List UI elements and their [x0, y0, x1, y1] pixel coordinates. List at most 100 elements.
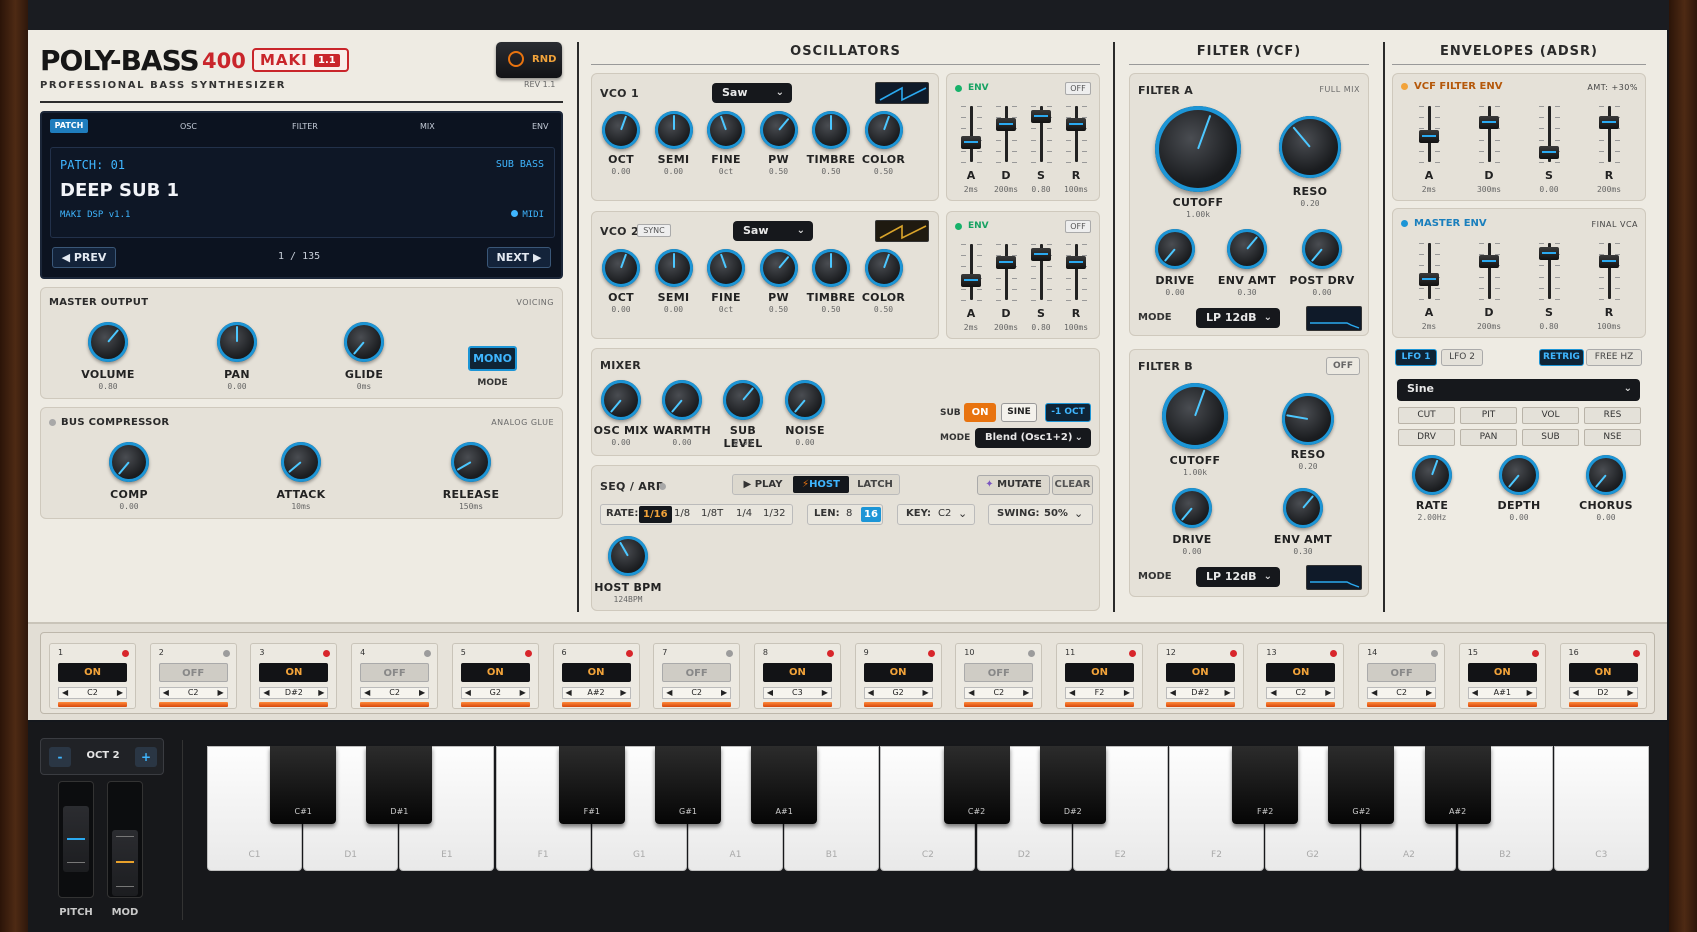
swing-selector[interactable]: SWING: 50% ⌄ — [988, 504, 1093, 525]
chevron-left-icon[interactable]: ◀ — [62, 688, 68, 698]
step-note-selector[interactable]: ◀ G2 ▶ — [863, 687, 933, 699]
filter-a-reso-knob[interactable] — [1279, 116, 1341, 178]
lfo-chorus-knob[interactable] — [1586, 455, 1626, 495]
step-note-selector[interactable]: ◀ D2 ▶ — [1568, 687, 1638, 699]
tab-lfo2[interactable]: LFO 2 — [1441, 349, 1483, 366]
chevron-right-icon[interactable]: ▶ — [1325, 688, 1331, 698]
vco1-wave-select[interactable]: Saw ⌄ — [712, 83, 792, 103]
length-16[interactable]: 16 — [861, 507, 881, 522]
vco1-oct-knob[interactable] — [602, 111, 640, 149]
latch-button[interactable]: LATCH — [851, 476, 899, 493]
env2-fader-r[interactable] — [1066, 256, 1086, 269]
step-velocity-bar[interactable] — [259, 702, 329, 707]
filter-a-drive-knob[interactable] — [1155, 229, 1195, 269]
step-toggle[interactable]: ON — [259, 663, 329, 682]
chevron-right-icon[interactable]: ▶ — [1023, 688, 1029, 698]
mixer-noise-knob[interactable] — [785, 380, 825, 420]
vco2-sync-button[interactable]: SYNC — [637, 224, 671, 237]
lfo-dest-cut[interactable]: CUT — [1398, 407, 1455, 424]
master-env-fader-r[interactable] — [1599, 255, 1619, 268]
vco2-timbre-knob[interactable] — [812, 249, 850, 287]
step-toggle[interactable]: ON — [561, 663, 631, 682]
mixer-warmth-knob[interactable] — [662, 380, 702, 420]
chevron-right-icon[interactable]: ▶ — [318, 688, 324, 698]
black-key-cs2[interactable]: C#2 — [943, 746, 1010, 824]
lfo-dest-sub[interactable]: SUB — [1522, 429, 1579, 446]
filter-a-env-amt-knob[interactable] — [1227, 229, 1267, 269]
retrig-button[interactable]: RETRIG — [1539, 349, 1584, 366]
chevron-left-icon[interactable]: ◀ — [1170, 688, 1176, 698]
octave-down-button[interactable]: - — [49, 747, 71, 767]
env1-fader-a[interactable] — [961, 136, 981, 149]
mixer-osc-mix-knob[interactable] — [601, 380, 641, 420]
rate-1-8[interactable]: 1/8 — [674, 505, 690, 523]
filter-b-cutoff-knob[interactable] — [1162, 383, 1228, 449]
lfo-rate-knob[interactable] — [1412, 455, 1452, 495]
filter-a-post-drv-knob[interactable] — [1302, 229, 1342, 269]
chevron-left-icon[interactable]: ◀ — [1270, 688, 1276, 698]
length-8[interactable]: 8 — [846, 505, 852, 523]
step-toggle[interactable]: OFF — [158, 663, 228, 682]
step-velocity-bar[interactable] — [1266, 702, 1336, 707]
chevron-left-icon[interactable]: ◀ — [968, 688, 974, 698]
clear-button[interactable]: CLEAR — [1052, 475, 1093, 495]
prev-patch-button[interactable]: ◀ PREV — [52, 247, 116, 268]
volume-knob[interactable] — [88, 322, 128, 362]
glide-knob[interactable] — [344, 322, 384, 362]
chevron-left-icon[interactable]: ◀ — [767, 688, 773, 698]
sub-oct-button[interactable]: -1 OCT — [1045, 403, 1091, 422]
release-knob[interactable] — [451, 442, 491, 482]
filter-b-off-button[interactable]: OFF — [1326, 357, 1360, 375]
step-toggle[interactable]: OFF — [360, 663, 430, 682]
step-note-selector[interactable]: ◀ C2 ▶ — [662, 687, 732, 699]
chevron-left-icon[interactable]: ◀ — [868, 688, 874, 698]
vcf-env-fader-r[interactable] — [1599, 116, 1619, 129]
env1-fader-r[interactable] — [1066, 118, 1086, 131]
chevron-right-icon[interactable]: ▶ — [1225, 688, 1231, 698]
octave-up-button[interactable]: + — [135, 747, 157, 767]
chevron-left-icon[interactable]: ◀ — [1069, 688, 1075, 698]
step-velocity-bar[interactable] — [360, 702, 430, 707]
step-toggle[interactable]: ON — [762, 663, 832, 682]
tab-osc[interactable]: OSC — [180, 122, 197, 131]
step-velocity-bar[interactable] — [762, 702, 832, 707]
vco2-semi-knob[interactable] — [654, 249, 693, 287]
chevron-right-icon[interactable]: ▶ — [117, 688, 123, 698]
step-toggle[interactable]: OFF — [662, 663, 732, 682]
step-velocity-bar[interactable] — [158, 702, 228, 707]
tab-lfo1[interactable]: LFO 1 — [1395, 349, 1437, 366]
rate-1-16[interactable]: 1/16 — [639, 506, 672, 523]
tab-mix[interactable]: MIX — [420, 122, 435, 131]
mixer-mode-select[interactable]: Blend (Osc1+2) ⌄ — [975, 428, 1091, 448]
pitch-wheel[interactable] — [58, 781, 94, 898]
filter-b-mode-select[interactable]: LP 12dB ⌄ — [1196, 567, 1280, 587]
env2-fader-a[interactable] — [961, 274, 981, 287]
play-button[interactable]: ▶ PLAY — [735, 476, 791, 493]
chevron-right-icon[interactable]: ▶ — [721, 688, 727, 698]
step-velocity-bar[interactable] — [1367, 702, 1437, 707]
mono-mode-button[interactable]: MONO — [468, 346, 517, 371]
black-key-cs1[interactable]: C#1 — [270, 746, 337, 824]
next-patch-button[interactable]: NEXT ▶ — [487, 247, 551, 268]
vco1-pw-knob[interactable] — [759, 111, 798, 149]
step-velocity-bar[interactable] — [460, 702, 530, 707]
step-note-selector[interactable]: ◀ C2 ▶ — [360, 687, 430, 699]
chevron-right-icon[interactable]: ▶ — [1627, 688, 1633, 698]
step-note-selector[interactable]: ◀ D#2 ▶ — [259, 687, 329, 699]
chevron-left-icon[interactable]: ◀ — [1573, 688, 1579, 698]
vco1-color-knob[interactable] — [864, 111, 903, 149]
attack-knob[interactable] — [281, 442, 321, 482]
lfo-dest-drv[interactable]: DRV — [1398, 429, 1455, 446]
step-toggle[interactable]: ON — [1568, 663, 1638, 682]
env2-fader-s[interactable] — [1031, 248, 1051, 261]
black-key-ds1[interactable]: D#1 — [366, 746, 433, 824]
chevron-left-icon[interactable]: ◀ — [163, 688, 169, 698]
step-toggle[interactable]: ON — [460, 663, 530, 682]
mutate-button[interactable]: ✦ MUTATE — [977, 475, 1050, 495]
filter-b-reso-knob[interactable] — [1282, 393, 1334, 445]
step-velocity-bar[interactable] — [662, 702, 732, 707]
black-key-gs1[interactable]: G#1 — [655, 746, 721, 824]
rate-1-4[interactable]: 1/4 — [736, 505, 752, 523]
chevron-right-icon[interactable]: ▶ — [1124, 688, 1130, 698]
vcf-env-fader-d[interactable] — [1479, 116, 1499, 129]
